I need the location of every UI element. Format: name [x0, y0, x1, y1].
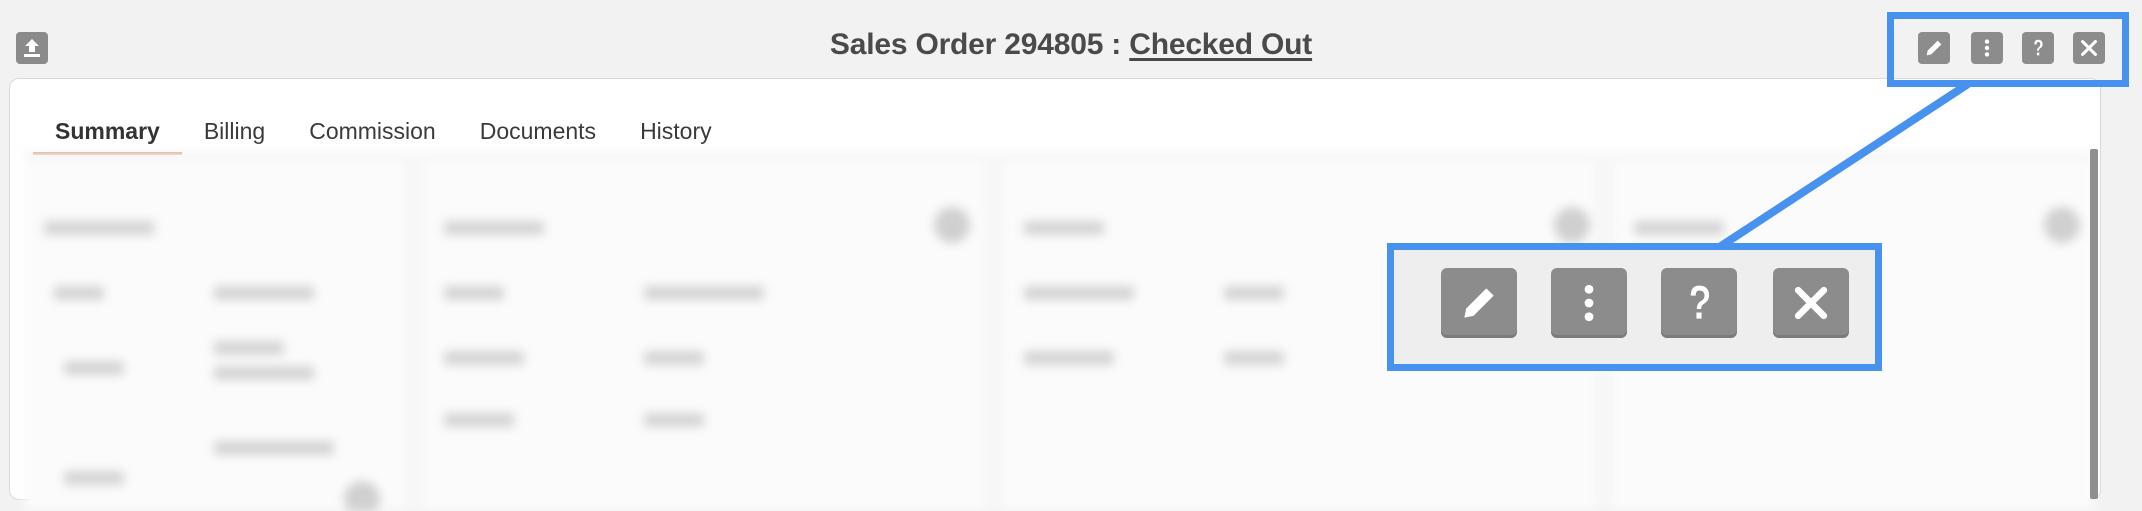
help-icon: [1690, 285, 1710, 319]
more-vertical-icon: [1984, 39, 1990, 57]
edit-button-zoom[interactable]: [1441, 268, 1517, 338]
more-options-button[interactable]: [1971, 32, 2003, 64]
scrollbar[interactable]: [2090, 149, 2098, 499]
pencil-icon: [1464, 288, 1494, 318]
more-vertical-icon: [1584, 284, 1594, 322]
help-icon: [2034, 39, 2043, 56]
close-icon: [2081, 40, 2097, 56]
edit-button[interactable]: [1918, 32, 1950, 64]
more-options-button-zoom[interactable]: [1551, 268, 1627, 338]
order-label: Sales Order 294805 :: [829, 28, 1130, 61]
order-status-link[interactable]: Checked Out: [1129, 28, 1312, 61]
pencil-icon: [1926, 40, 1942, 56]
help-button-zoom[interactable]: [1661, 268, 1737, 338]
close-button[interactable]: [2073, 32, 2105, 64]
close-button-zoom[interactable]: [1773, 268, 1849, 338]
help-button[interactable]: [2022, 32, 2054, 64]
close-icon: [1794, 286, 1828, 320]
page-title: Sales Order 294805 : Checked Out: [0, 28, 2142, 62]
